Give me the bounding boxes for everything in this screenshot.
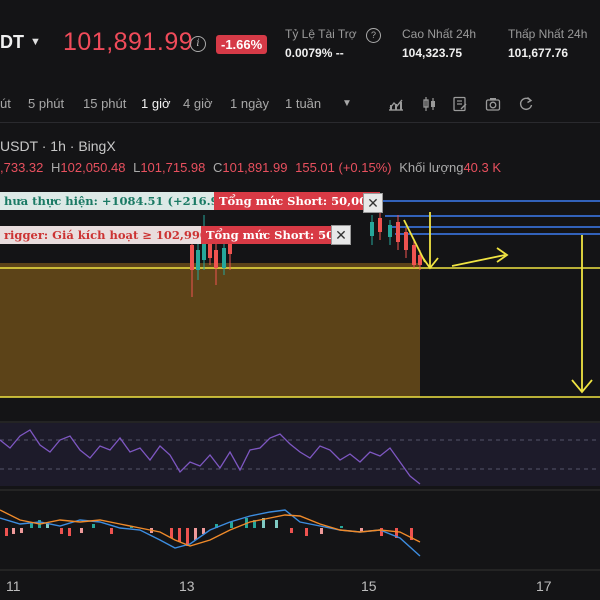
candles-icon[interactable] [422, 96, 438, 112]
high-24h-label: Cao Nhất 24h [402, 27, 477, 41]
date-label: 17 [536, 578, 552, 594]
trigger-price-tag[interactable]: rigger: Giá kích hoạt ≥ 102,990.00 [0, 226, 232, 244]
ohlc-close-label: C [213, 160, 223, 175]
tab-timeframe-15m[interactable]: 15 phút [83, 96, 126, 111]
unrealized-pnl-tag[interactable]: hưa thực hiện: +1084.51 (+216.90%) [0, 192, 247, 210]
ohlc-high-label: H [51, 160, 61, 175]
ohlc-change: 155.01 (+0.15%) [295, 160, 392, 175]
ohlc-open: ,733.32 [0, 160, 44, 175]
header: DT ▼ 101,891.99 i -1.66% Tỷ Lệ Tài Trợ ?… [0, 0, 600, 88]
help-icon[interactable]: ? [366, 28, 381, 43]
close-icon[interactable]: ✕ [363, 193, 383, 213]
low-24h-label: Thấp Nhất 24h [508, 27, 588, 41]
last-price: 101,891.99 [63, 28, 194, 56]
change-badge: -1.66% [216, 35, 268, 54]
short-total-tag-1[interactable]: Tổng mức Short: 50,000 [214, 192, 381, 210]
short-total-tag-2[interactable]: Tổng mức Short: 500 [201, 226, 348, 244]
tab-timeframe-4h[interactable]: 4 giờ [183, 96, 213, 111]
tab-timeframe-5m[interactable]: 5 phút [28, 96, 64, 111]
timeframe-more-chevron-icon[interactable]: ▼ [342, 98, 352, 109]
close-icon[interactable]: ✕ [331, 225, 351, 245]
tab-timeframe-1h[interactable]: 1 giờ [141, 96, 171, 111]
position-zone [0, 263, 420, 397]
ohlc-close: 101,891.99 [222, 160, 288, 175]
ohlc-high: 102,050.48 [60, 160, 126, 175]
volume-value: 40.3 K [463, 160, 502, 175]
info-icon[interactable]: i [190, 36, 206, 52]
low-24h-value: 101,677.76 [508, 46, 569, 60]
date-label: 11 [6, 578, 21, 594]
tab-timeframe-1d[interactable]: 1 ngày [230, 96, 269, 111]
undo-icon[interactable] [518, 96, 534, 112]
volume-label: Khối lượng [399, 160, 464, 175]
high-24h-value: 104,323.75 [402, 46, 463, 60]
date-label: 15 [361, 578, 377, 594]
symbol-selector[interactable]: DT [0, 32, 24, 53]
funding-rate-value: 0.0079% -- [285, 46, 344, 60]
indicators-icon[interactable] [452, 96, 468, 112]
screenshot-icon[interactable] [485, 96, 501, 112]
chevron-down-icon[interactable]: ▼ [30, 36, 41, 48]
macd-histogram [5, 518, 413, 546]
ohlc-low: 101,715.98 [140, 160, 206, 175]
chart-title: USDT · 1h · BingX [0, 138, 116, 154]
date-label: 13 [179, 578, 195, 594]
drawing-arrows[interactable] [403, 212, 593, 394]
rsi-panel [0, 423, 600, 486]
funding-rate-label: Tỷ Lệ Tài Trợ [285, 27, 357, 41]
ohlc-readout: ,733.32 H102,050.48 L101,715.98 C101,891… [0, 160, 501, 175]
tab-timeframe-1m[interactable]: út [0, 96, 11, 111]
chart-type-icon[interactable] [388, 96, 404, 112]
tab-timeframe-1w[interactable]: 1 tuần [285, 96, 321, 111]
